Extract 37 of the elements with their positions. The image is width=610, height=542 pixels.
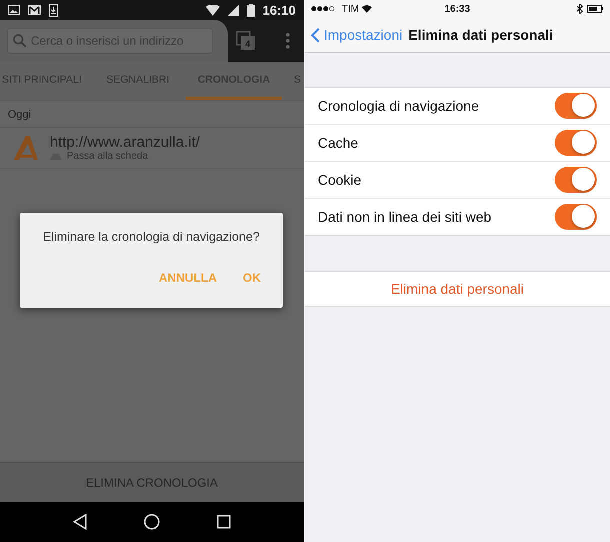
delete-data-button[interactable]: Elimina dati personali [305, 271, 610, 307]
download-icon [49, 4, 58, 16]
mail-icon [28, 5, 41, 15]
search-icon [13, 34, 27, 48]
menu-icon[interactable] [286, 33, 290, 49]
battery-icon [246, 4, 255, 16]
toggle-switch[interactable] [555, 167, 597, 193]
toggle-switch[interactable] [555, 93, 597, 119]
toggle-switch[interactable] [555, 130, 597, 156]
carrier: TIM [342, 4, 360, 14]
history-item[interactable]: http://www.aranzulla.it/ Passa alla scheda [0, 127, 304, 169]
option-label: Cache [318, 135, 358, 151]
toggle-switch[interactable] [555, 204, 597, 230]
battery-icon [587, 5, 604, 13]
home-icon[interactable] [144, 514, 160, 530]
clock: 16:10 [262, 2, 296, 18]
dialog-message: Eliminare la cronologia di navigazione? [42, 230, 261, 244]
page-title: Elimina dati personali [408, 27, 554, 43]
history-url: http://www.aranzulla.it/ [50, 134, 200, 151]
wifi-icon [362, 5, 372, 13]
signal-icon [228, 4, 239, 16]
option-label: Cookie [318, 172, 362, 188]
site-logo-icon [12, 135, 40, 161]
recents-icon[interactable] [216, 515, 231, 529]
dialog-button[interactable]: OK [243, 271, 261, 285]
bluetooth-icon [577, 4, 584, 14]
history-subtitle: Passa alla scheda [67, 151, 148, 162]
clock: 16:33 [444, 4, 470, 14]
back-button[interactable]: Impostazioni [311, 27, 403, 43]
option-label: Cronologia di navigazione [318, 98, 480, 114]
dialog-button[interactable]: ANNULLA [159, 271, 217, 285]
option-label: Dati non in linea dei siti web [318, 209, 492, 225]
section-header: Oggi [7, 108, 32, 123]
wifi-icon [206, 4, 220, 16]
image-icon [8, 5, 20, 15]
chevron-icon [311, 28, 320, 42]
back-icon[interactable] [73, 514, 88, 530]
